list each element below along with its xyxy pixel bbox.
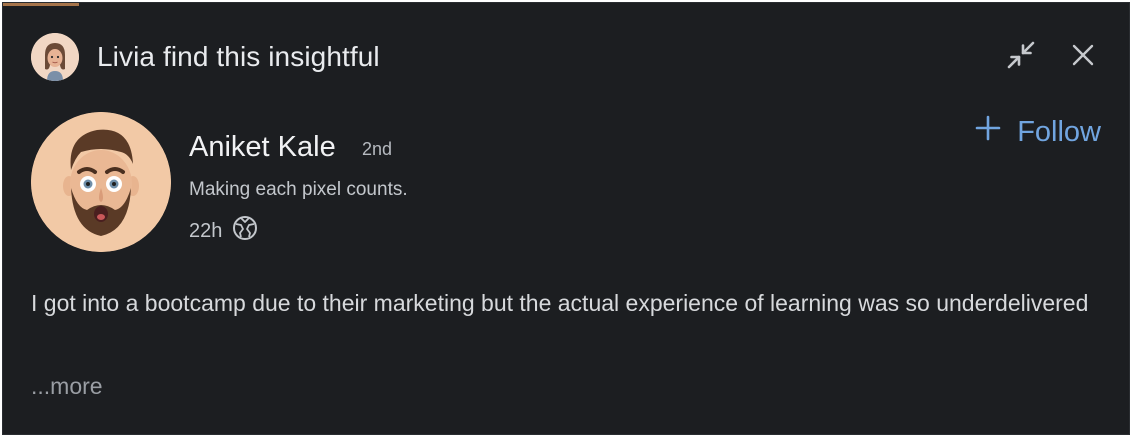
author-headline: Making each pixel counts. [189, 179, 408, 200]
follow-button[interactable]: Follow [975, 115, 1101, 149]
globe-icon [232, 215, 258, 247]
post-card: Livia find this insightful Aniket Kale 2… [2, 2, 1130, 435]
plus-icon [975, 115, 1001, 149]
collapse-icon[interactable] [1005, 39, 1037, 71]
social-context-text: Livia find this insightful [97, 41, 380, 72]
post-time: 22h [189, 219, 223, 242]
reactor-avatar-image [31, 33, 79, 81]
follow-label: Follow [1017, 115, 1101, 148]
author-avatar[interactable] [31, 112, 171, 252]
post-meta: 22h [189, 215, 258, 247]
see-more-link[interactable]: ...more [31, 373, 103, 400]
reactor-avatar[interactable] [31, 33, 79, 81]
corner-decoration [3, 3, 79, 6]
header-actions [1005, 39, 1099, 71]
social-context-header: Livia find this insightful [31, 33, 380, 81]
author-name[interactable]: Aniket Kale [189, 131, 336, 164]
connection-degree: 2nd [362, 139, 393, 159]
post-body: I got into a bootcamp due to their marke… [31, 290, 1089, 316]
close-icon[interactable] [1067, 39, 1099, 71]
author-avatar-image [31, 112, 171, 252]
